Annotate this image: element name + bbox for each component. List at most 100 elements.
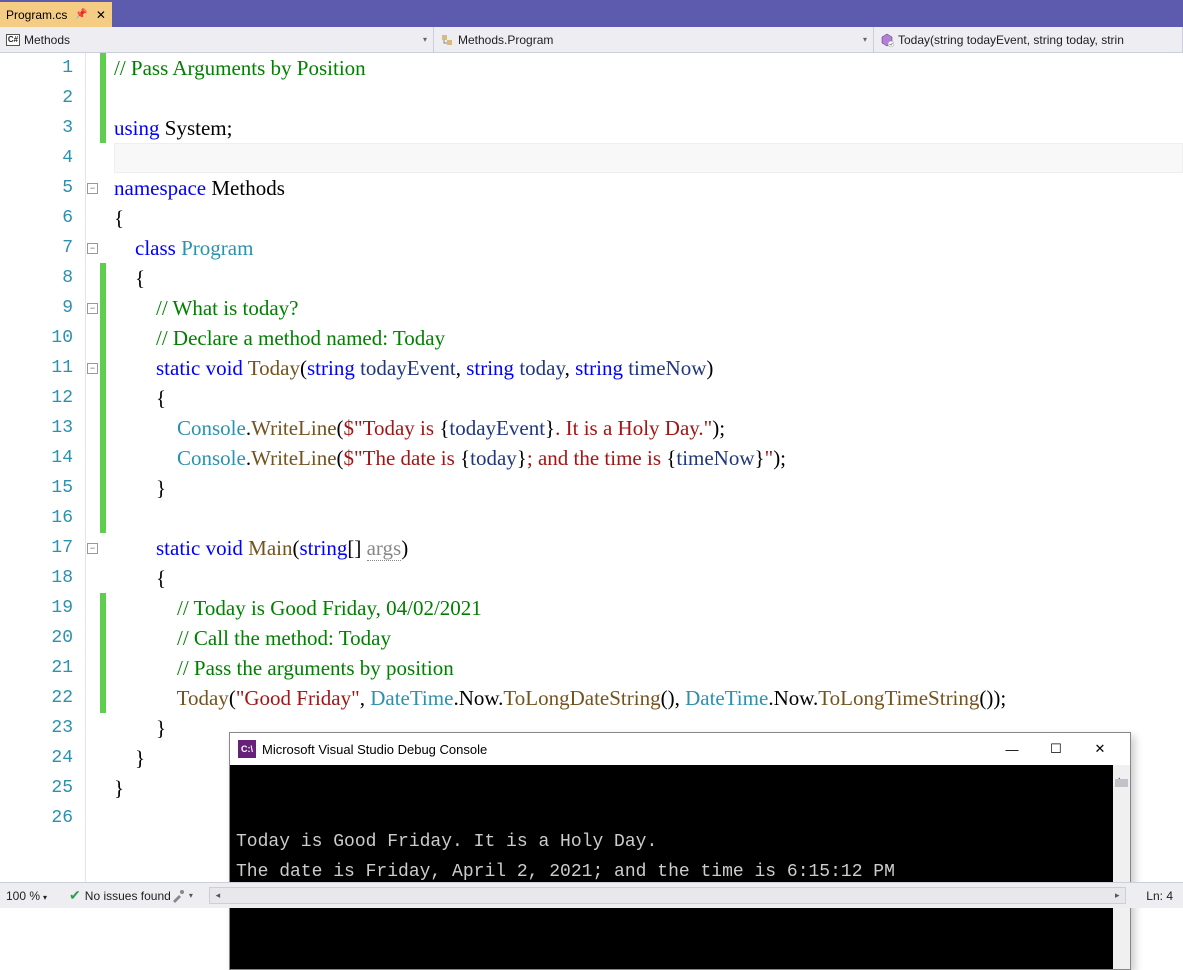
console-line: Today is Good Friday. It is a Holy Day.: [236, 827, 1124, 857]
code-line[interactable]: // Pass Arguments by Position: [114, 53, 1183, 83]
change-marker: [100, 83, 106, 113]
change-marker: [100, 653, 106, 683]
line-number: 20: [0, 623, 73, 653]
scope-label: Methods: [24, 33, 70, 47]
line-number: 21: [0, 653, 73, 683]
code-line[interactable]: {: [114, 203, 1183, 233]
line-number: 19: [0, 593, 73, 623]
chevron-down-icon: ▾: [423, 35, 427, 44]
change-marker: [100, 413, 106, 443]
fold-column: − − − − −: [86, 53, 100, 882]
check-icon: ✔: [69, 887, 81, 904]
line-number: 25: [0, 773, 73, 803]
change-marker: [100, 323, 106, 353]
line-number: 26: [0, 803, 73, 833]
code-line[interactable]: [114, 503, 1183, 533]
code-line[interactable]: static void Main(string[] args): [114, 533, 1183, 563]
code-line[interactable]: static void Today(string todayEvent, str…: [114, 353, 1183, 383]
line-number: 23: [0, 713, 73, 743]
code-line[interactable]: // Declare a method named: Today: [114, 323, 1183, 353]
line-number: 11: [0, 353, 73, 383]
cursor-position: Ln: 4: [1136, 889, 1183, 903]
code-line[interactable]: {: [114, 383, 1183, 413]
zoom-level[interactable]: 100 %▾: [0, 889, 53, 903]
line-number: 2: [0, 83, 73, 113]
scroll-right-icon[interactable]: ▸: [1109, 888, 1125, 903]
line-number: 24: [0, 743, 73, 773]
method-icon: [880, 33, 894, 47]
change-marker: [100, 113, 106, 143]
fold-toggle[interactable]: −: [87, 183, 98, 194]
close-icon[interactable]: ✕: [96, 8, 106, 22]
horizontal-scrollbar[interactable]: ◂ ▸: [209, 887, 1126, 904]
close-button[interactable]: ✕: [1078, 741, 1122, 757]
console-output[interactable]: Today is Good Friday. It is a Holy Day.T…: [230, 765, 1130, 969]
console-scroll-thumb[interactable]: [1115, 779, 1128, 787]
chevron-down-icon: ▾: [863, 35, 867, 44]
tab-filename: Program.cs: [6, 8, 67, 22]
class-label: Methods.Program: [458, 33, 553, 47]
member-label: Today(string todayEvent, string today, s…: [898, 33, 1124, 47]
navigation-bar: C# Methods ▾ Methods.Program ▾ Today(str…: [0, 27, 1183, 53]
minimize-button[interactable]: —: [990, 742, 1034, 757]
code-line[interactable]: // Call the method: Today: [114, 623, 1183, 653]
line-number: 4: [0, 143, 73, 173]
class-icon: [440, 33, 454, 47]
scroll-left-icon[interactable]: ◂: [210, 888, 226, 903]
code-line[interactable]: {: [114, 263, 1183, 293]
change-marker: [100, 353, 106, 383]
code-line[interactable]: // What is today?: [114, 293, 1183, 323]
pin-icon[interactable]: 📌: [75, 9, 87, 20]
code-line[interactable]: Console.WriteLine($"The date is {today};…: [114, 443, 1183, 473]
brush-icon: [171, 889, 185, 903]
code-line[interactable]: Today("Good Friday", DateTime.Now.ToLong…: [114, 683, 1183, 713]
code-line[interactable]: Console.WriteLine($"Today is {todayEvent…: [114, 413, 1183, 443]
line-number: 3: [0, 113, 73, 143]
change-marker: [100, 683, 106, 713]
code-line[interactable]: [114, 143, 1183, 173]
console-titlebar[interactable]: C:\ Microsoft Visual Studio Debug Consol…: [230, 733, 1130, 765]
line-number-gutter: 1234567891011121314151617181920212223242…: [0, 53, 86, 882]
chevron-down-icon: ▾: [189, 891, 193, 900]
line-number: 17: [0, 533, 73, 563]
fold-toggle[interactable]: −: [87, 543, 98, 554]
change-marker: [100, 263, 106, 293]
file-tab[interactable]: Program.cs 📌 ✕: [0, 2, 112, 27]
code-line[interactable]: }: [114, 473, 1183, 503]
class-dropdown[interactable]: Methods.Program ▾: [434, 27, 874, 52]
fold-toggle[interactable]: −: [87, 243, 98, 254]
member-dropdown[interactable]: Today(string todayEvent, string today, s…: [874, 27, 1183, 52]
line-number: 9: [0, 293, 73, 323]
code-line[interactable]: // Today is Good Friday, 04/02/2021: [114, 593, 1183, 623]
line-number: 5: [0, 173, 73, 203]
line-number: 7: [0, 233, 73, 263]
fold-toggle[interactable]: −: [87, 303, 98, 314]
change-marker: [100, 383, 106, 413]
line-number: 10: [0, 323, 73, 353]
line-number: 18: [0, 563, 73, 593]
code-line[interactable]: [114, 83, 1183, 113]
change-marker: [100, 53, 106, 83]
code-line[interactable]: // Pass the arguments by position: [114, 653, 1183, 683]
line-number: 6: [0, 203, 73, 233]
status-options[interactable]: ▾: [171, 889, 193, 903]
line-number: 12: [0, 383, 73, 413]
line-number: 22: [0, 683, 73, 713]
code-line[interactable]: using System;: [114, 113, 1183, 143]
line-number: 13: [0, 413, 73, 443]
console-app-icon: C:\: [238, 740, 256, 758]
change-marker: [100, 473, 106, 503]
line-number: 8: [0, 263, 73, 293]
line-number: 16: [0, 503, 73, 533]
scope-dropdown[interactable]: C# Methods ▾: [0, 27, 434, 52]
debug-console-window[interactable]: C:\ Microsoft Visual Studio Debug Consol…: [229, 732, 1131, 970]
fold-toggle[interactable]: −: [87, 363, 98, 374]
csharp-icon: C#: [6, 34, 20, 46]
issues-text: No issues found: [85, 889, 171, 903]
console-title-text: Microsoft Visual Studio Debug Console: [262, 742, 487, 757]
code-line[interactable]: {: [114, 563, 1183, 593]
maximize-button[interactable]: ☐: [1034, 741, 1078, 757]
console-scrollbar[interactable]: ▴: [1113, 765, 1130, 969]
code-line[interactable]: class Program: [114, 233, 1183, 263]
code-line[interactable]: namespace Methods: [114, 173, 1183, 203]
